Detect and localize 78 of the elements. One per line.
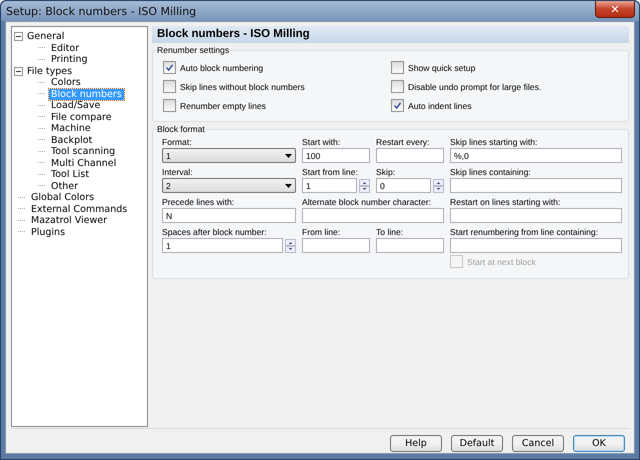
tree-item[interactable]: Colors <box>49 77 83 88</box>
input-field[interactable] <box>376 148 444 163</box>
dialog-button[interactable]: OK <box>573 435 625 452</box>
field-label: Skip lines containing: <box>450 167 532 177</box>
group-title: Block format <box>157 124 205 134</box>
tree-item[interactable]: File types <box>25 66 74 77</box>
field-label: From line: <box>302 227 342 237</box>
tree-item[interactable]: Tool scanning <box>49 146 118 158</box>
input-field[interactable]: 0 <box>376 178 431 193</box>
check-icon <box>392 100 403 111</box>
field-label: Skip lines starting with: <box>450 137 538 147</box>
field-label: Format: <box>162 137 193 147</box>
dropdown[interactable]: 1 <box>162 148 296 163</box>
checkbox-label: Skip lines without block numbers <box>180 82 305 92</box>
tree-item[interactable]: Mazatrol Viewer <box>29 215 110 226</box>
input-field[interactable]: 1 <box>162 238 283 253</box>
checkbox-label: Auto block numbering <box>180 62 264 72</box>
field-label: To line: <box>376 227 404 237</box>
checkbox[interactable] <box>391 80 404 93</box>
checkbox[interactable] <box>163 61 176 74</box>
input-field[interactable] <box>302 208 444 223</box>
field-label: Skip: <box>376 167 396 177</box>
input-field[interactable]: %,0 <box>450 148 622 163</box>
tree-item[interactable]: General <box>25 31 66 42</box>
input-field[interactable] <box>450 178 622 193</box>
spinner-icon[interactable] <box>285 238 296 252</box>
field-label: Restart on lines starting with: <box>450 197 562 207</box>
tree-item[interactable]: Machine <box>49 123 93 134</box>
field-label: Start renumbering from line containing: <box>450 227 600 237</box>
page-header: Block numbers - ISO Milling <box>152 26 629 43</box>
tree-item[interactable]: External Commands <box>29 204 130 215</box>
field-label: Start from line: <box>302 167 359 177</box>
checkbox[interactable] <box>163 80 176 93</box>
tree-item[interactable]: Multi Channel <box>49 158 118 169</box>
input-field[interactable] <box>302 238 370 253</box>
spinner-icon[interactable] <box>359 178 370 192</box>
input-field[interactable] <box>450 238 622 253</box>
collapse-icon[interactable] <box>14 32 23 42</box>
checkbox-label: Show quick setup <box>408 62 476 72</box>
dialog-button[interactable]: Cancel <box>512 435 564 452</box>
input-field[interactable]: N <box>162 208 296 223</box>
close-button[interactable]: ✕ <box>595 1 635 18</box>
input-field[interactable] <box>376 238 444 253</box>
collapse-icon[interactable] <box>14 66 23 76</box>
field-label: Spaces after block number: <box>162 227 268 237</box>
tree-item[interactable]: Editor <box>49 42 82 54</box>
input-field[interactable] <box>450 208 622 223</box>
field-label: Interval: <box>162 167 194 177</box>
field-label: Alternate block number character: <box>302 197 432 207</box>
dialog-button[interactable]: Default <box>451 435 503 452</box>
caret-icon <box>285 184 292 188</box>
caret-icon <box>285 154 292 158</box>
spinner-icon[interactable] <box>433 178 444 192</box>
dropdown[interactable]: 2 <box>162 178 296 193</box>
checkbox[interactable] <box>163 99 176 112</box>
input-field[interactable]: 1 <box>302 178 357 193</box>
input-field[interactable]: 100 <box>302 148 370 163</box>
field-label: Precede lines with: <box>162 197 236 207</box>
checkbox-label: Auto indent lines <box>408 100 472 110</box>
tree-item[interactable]: Plugins <box>29 226 68 238</box>
tree-item[interactable]: Global Colors <box>29 192 96 204</box>
tree-item[interactable]: File compare <box>49 112 114 123</box>
checkbox-label: Start at next block <box>467 256 536 266</box>
check-icon <box>164 62 175 73</box>
window-title: Setup: Block numbers - ISO Milling <box>6 4 196 18</box>
group-title: Renumber settings <box>157 45 230 55</box>
checkbox-label: Disable undo prompt for large files. <box>408 82 542 92</box>
dialog-button[interactable]: Help <box>390 435 442 452</box>
tree-item[interactable]: Other <box>49 180 80 192</box>
tree-item[interactable]: Load/Save <box>49 100 102 112</box>
tree-item[interactable]: Backplot <box>49 134 94 146</box>
field-label: Start with: <box>302 137 342 147</box>
checkbox[interactable] <box>391 61 404 74</box>
checkbox-label: Renumber empty lines <box>180 100 266 110</box>
tree-item[interactable]: Tool List <box>49 169 92 180</box>
checkbox[interactable] <box>391 99 404 112</box>
field-label: Restart every: <box>376 137 430 147</box>
tree-item[interactable]: Printing <box>49 54 90 66</box>
